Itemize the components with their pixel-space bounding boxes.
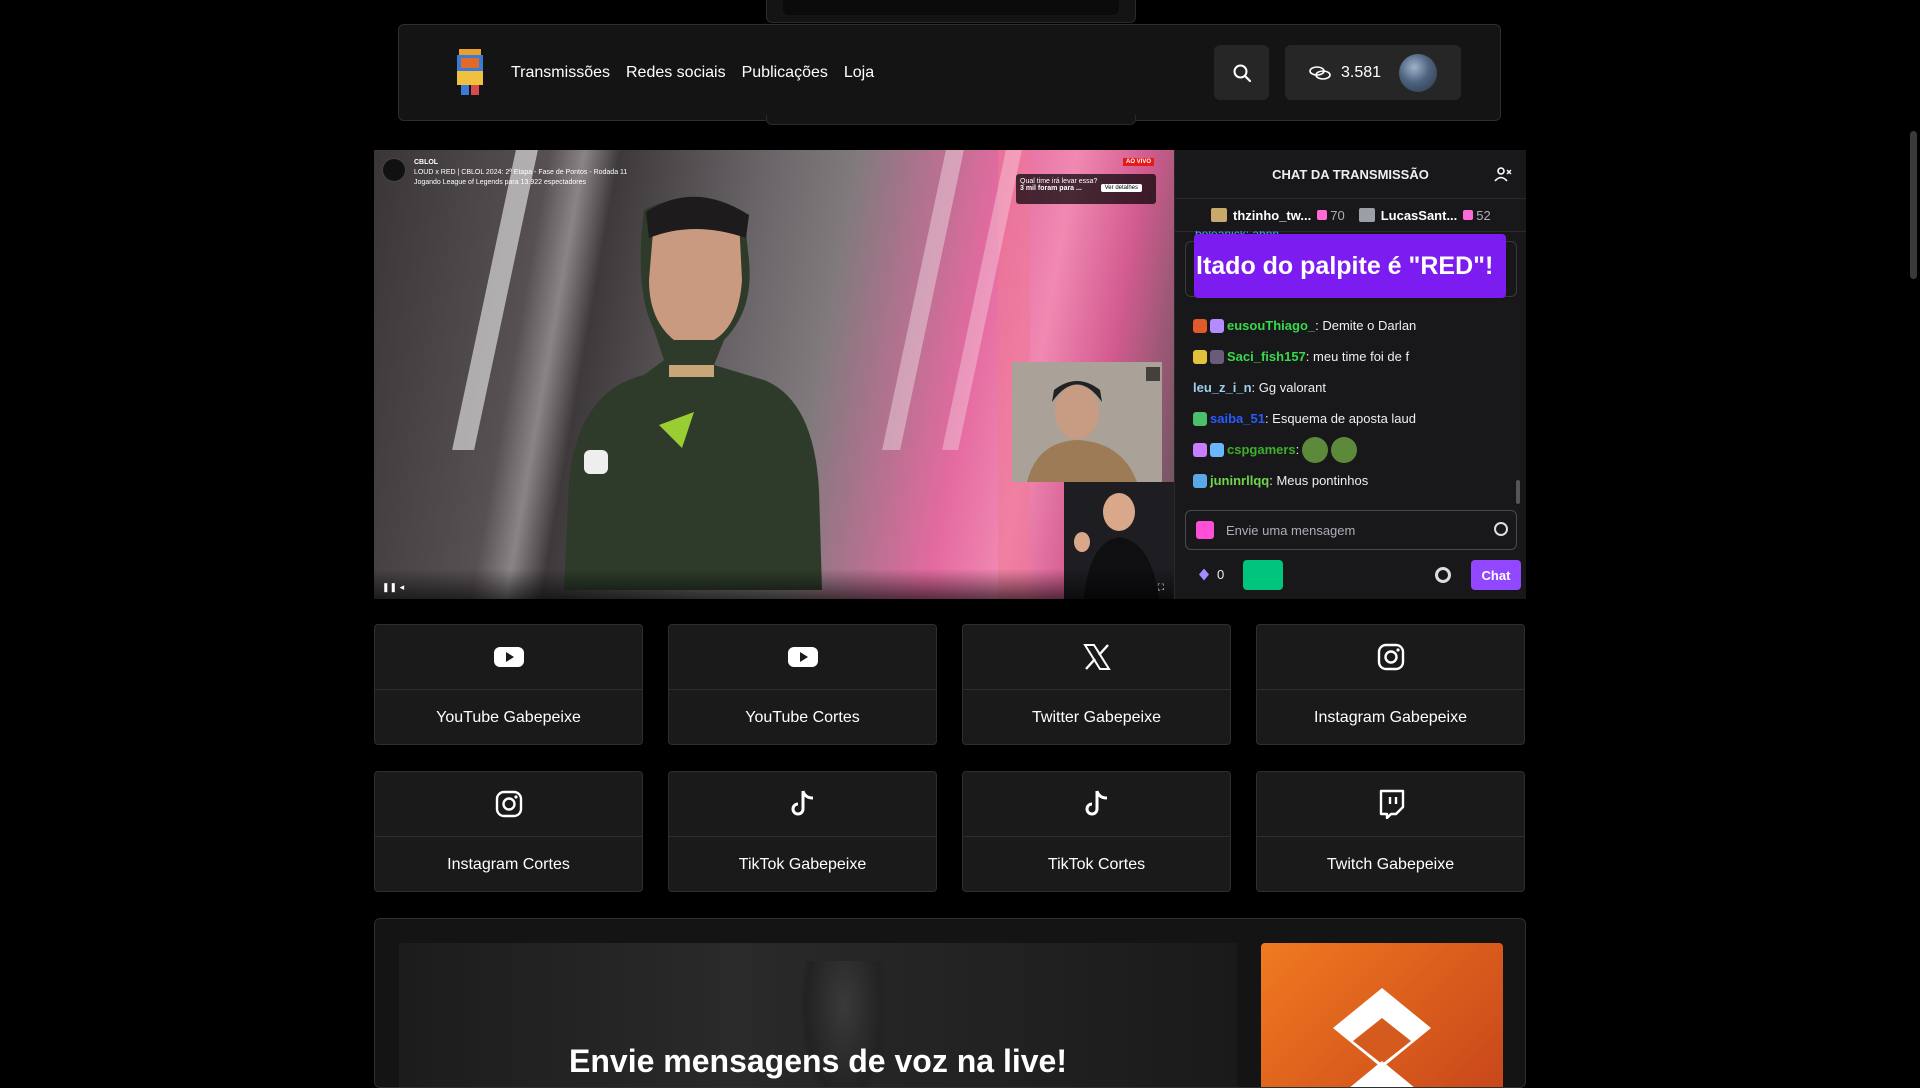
page-scrollbar[interactable] (1906, 0, 1920, 1080)
tiktok-icon (1085, 790, 1107, 816)
pause-icon[interactable]: ❚❚ ◂ (382, 582, 404, 593)
badge-icon (1210, 318, 1224, 333)
chat-message: juninrllqq : Meus pontinhos (1193, 465, 1513, 496)
chat-input[interactable]: Envie uma mensagem (1185, 510, 1517, 550)
channel-logo (382, 158, 406, 182)
nav-loja[interactable]: Loja (844, 64, 874, 82)
site-logo[interactable] (453, 45, 487, 97)
channel-points[interactable]: 0 (1199, 567, 1224, 582)
badge-icon (1193, 442, 1207, 457)
nav-publicacoes[interactable]: Publicações (742, 64, 828, 82)
stream-subtitle: Jogando League of Legends para 13.922 es… (413, 179, 586, 186)
streamer-webcam (1012, 362, 1162, 482)
community-icon[interactable] (1494, 165, 1512, 183)
promo-title: Envie mensagens de voz na live! (569, 1043, 1067, 1079)
chat-message: eusouThiago_ : Demite o Darlan (1193, 310, 1513, 341)
gift-icon (1317, 210, 1328, 220)
x-twitter-icon (1082, 644, 1111, 670)
rewards-button[interactable] (1243, 560, 1283, 590)
emote-picker-icon[interactable] (1494, 522, 1508, 536)
user-points-button[interactable]: 3.581 (1285, 45, 1461, 100)
gear-icon[interactable] (1435, 567, 1451, 583)
live-badge: AO VIVO (1122, 158, 1154, 166)
social-card-instagram-cortes[interactable]: Instagram Cortes (374, 771, 643, 892)
social-card-twitter-gabepeixe[interactable]: Twitter Gabepeixe (962, 624, 1231, 745)
page-scroll-thumb[interactable] (1910, 131, 1917, 279)
chat-message: Saci_fish157 : meu time foi de f (1193, 341, 1513, 372)
snowflake-icon (1210, 442, 1224, 457)
chat-title: CHAT DA TRANSMISSÃO (1272, 166, 1429, 182)
chat-footer: 0 Chat (1185, 560, 1521, 590)
badge-icon (1210, 349, 1224, 364)
gifter-2[interactable]: LucasSant... 52 (1358, 208, 1491, 223)
prediction-result-text: ltado do palpite é "RED"! (1194, 234, 1506, 298)
badge-icon (1193, 318, 1207, 333)
stream-chat: CHAT DA TRANSMISSÃO thzinho_tw... 70 Luc… (1174, 150, 1526, 599)
emote-icon (1331, 436, 1358, 463)
crown-icon (1358, 208, 1375, 222)
chat-scrollbar[interactable] (1516, 480, 1520, 504)
promo-banner[interactable]: Envie mensagens de voz na live! (399, 943, 1237, 1087)
tiktok-icon (791, 790, 813, 816)
stream-title: LOUD x RED | CBLOL 2024: 2ª Etapa - Fase… (413, 169, 628, 176)
top-notch (766, 0, 1136, 23)
user-avatar[interactable] (1399, 54, 1437, 92)
main-nav: Transmissões Redes sociais Publicações L… (511, 25, 874, 120)
points-value: 3.581 (1341, 63, 1382, 81)
header-notch-bottom (766, 115, 1136, 125)
badge-icon (1193, 349, 1207, 364)
crown-icon (1211, 208, 1227, 222)
social-card-tiktok-gabepeixe[interactable]: TikTok Gabepeixe (668, 771, 937, 892)
social-card-twitch-gabepeixe[interactable]: Twitch Gabepeixe (1256, 771, 1525, 892)
promo-app-logo[interactable] (1261, 943, 1503, 1087)
stream-info-overlay: CBLOL LOUD x RED | CBLOL 2024: 2ª Etapa … (382, 158, 627, 188)
nav-transmissoes[interactable]: Transmissões (511, 64, 610, 82)
channel-name: CBLOL (413, 159, 439, 166)
site-header: Transmissões Redes sociais Publicações L… (398, 24, 1501, 121)
chat-message: cspgamers : (1193, 434, 1513, 465)
bits-icon[interactable] (1196, 521, 1214, 539)
social-card-tiktok-cortes[interactable]: TikTok Cortes (962, 771, 1231, 892)
instagram-icon (1377, 643, 1404, 671)
social-card-youtube-gabepeixe[interactable]: YouTube Gabepeixe (374, 624, 643, 745)
prediction-popup[interactable]: Qual time irá levar essa? 3 mil foram pa… (1016, 174, 1156, 204)
instagram-icon (495, 790, 522, 818)
search-icon (1233, 64, 1251, 82)
expand-icon[interactable] (1146, 367, 1160, 381)
youtube-icon (493, 647, 524, 667)
badge-icon (1193, 473, 1207, 488)
chat-input-placeholder: Envie uma mensagem (1226, 522, 1356, 538)
chat-send-button[interactable]: Chat (1471, 560, 1521, 590)
emote-icon (1302, 436, 1329, 463)
prediction-result-banner[interactable]: ltado do palpite é "RED"! (1185, 234, 1517, 298)
social-card-youtube-cortes[interactable]: YouTube Cortes (668, 624, 937, 745)
badge-icon (1193, 411, 1207, 426)
app-logo-icon (1333, 988, 1431, 1087)
video-player[interactable]: CBLOL LOUD x RED | CBLOL 2024: 2ª Etapa … (374, 150, 1174, 599)
gift-icon (1463, 210, 1474, 220)
prediction-details-button[interactable]: Ver detalhes (1100, 184, 1142, 192)
search-button[interactable] (1214, 45, 1269, 100)
social-card-instagram-gabepeixe[interactable]: Instagram Gabepeixe (1256, 624, 1525, 745)
chat-message: saiba_51 : Esquema de aposta laud (1193, 403, 1513, 434)
chat-message: leu_z_i_n : Gg valorant (1193, 380, 1326, 395)
nav-redes-sociais[interactable]: Redes sociais (626, 64, 726, 82)
top-gifters: thzinho_tw... 70 LucasSant... 52 (1175, 199, 1526, 232)
gifter-1[interactable]: thzinho_tw... 70 (1211, 208, 1345, 223)
youtube-icon (787, 647, 818, 667)
fullscreen-icon[interactable]: ⛶ (1158, 582, 1164, 593)
coins-icon (1309, 65, 1331, 80)
chat-header: CHAT DA TRANSMISSÃO (1175, 150, 1526, 199)
channel-points-icon (1199, 568, 1209, 581)
voice-message-promo: Envie mensagens de voz na live! (374, 918, 1526, 1088)
chat-messages: eusouThiago_ : Demite o Darlan Saci_fish… (1193, 310, 1513, 496)
twitch-icon (1379, 789, 1404, 819)
player-figure (564, 196, 822, 590)
